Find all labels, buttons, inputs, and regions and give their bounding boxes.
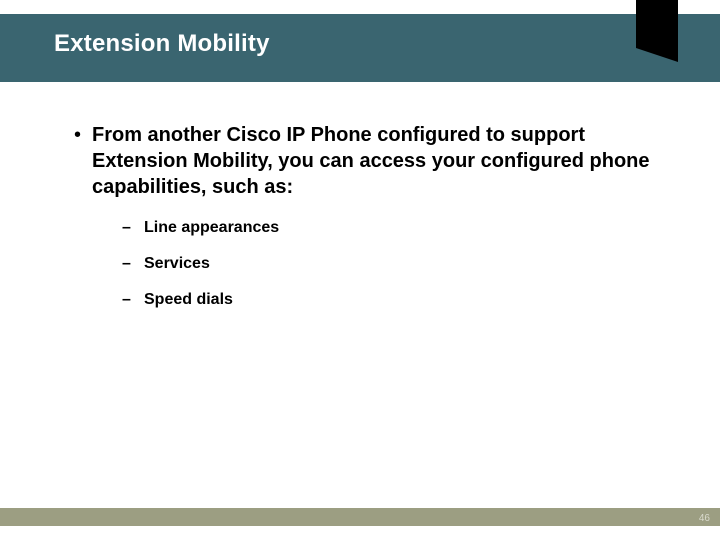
sub-item: – Speed dials	[122, 290, 654, 310]
slide-title: Extension Mobility	[54, 30, 270, 58]
sub-text: Services	[144, 254, 210, 274]
sub-text: Speed dials	[144, 290, 233, 310]
sub-marker: –	[122, 254, 144, 274]
page-number: 46	[699, 513, 710, 524]
corner-tab-cut	[636, 48, 678, 62]
footer-band	[0, 508, 720, 526]
sub-marker: –	[122, 218, 144, 238]
bullet-marker: •	[74, 122, 92, 148]
slide: Extension Mobility • From another Cisco …	[0, 0, 720, 540]
sub-text: Line appearances	[144, 218, 279, 238]
body-content: • From another Cisco IP Phone configured…	[74, 122, 654, 326]
sub-marker: –	[122, 290, 144, 310]
bullet-text: From another Cisco IP Phone configured t…	[92, 122, 654, 200]
sub-list: – Line appearances – Services – Speed di…	[122, 218, 654, 310]
bullet-item: • From another Cisco IP Phone configured…	[74, 122, 654, 200]
sub-item: – Services	[122, 254, 654, 274]
sub-item: – Line appearances	[122, 218, 654, 238]
corner-tab	[636, 0, 678, 48]
